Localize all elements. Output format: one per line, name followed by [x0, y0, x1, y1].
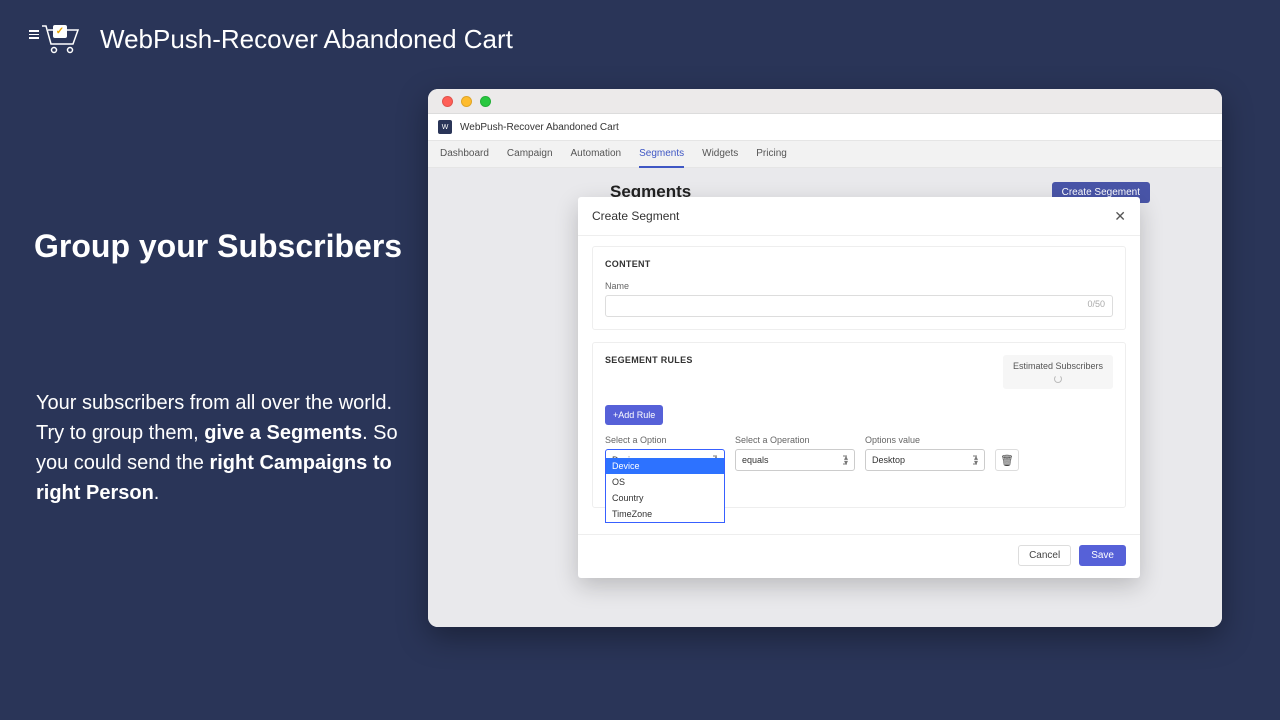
maximize-icon[interactable]: [480, 96, 491, 107]
value-selected: Desktop: [872, 455, 905, 465]
dropdown-opt-country[interactable]: Country: [606, 490, 724, 506]
cancel-button[interactable]: Cancel: [1018, 545, 1071, 566]
operation-label: Select a Operation: [735, 435, 855, 445]
tab-segments[interactable]: Segments: [639, 141, 684, 168]
value-label: Options value: [865, 435, 985, 445]
option-label: Select a Option: [605, 435, 725, 445]
app-bar: W WebPush-Recover Abandoned Cart: [428, 114, 1222, 141]
dropdown-opt-device[interactable]: Device: [606, 458, 724, 474]
headline: Group your Subscribers: [34, 228, 402, 265]
dropdown-opt-timezone[interactable]: TimeZone: [606, 506, 724, 522]
spinner-icon: [1054, 375, 1062, 383]
add-rule-button[interactable]: +Add Rule: [605, 405, 663, 425]
minimize-icon[interactable]: [461, 96, 472, 107]
name-counter: 0/50: [1087, 299, 1105, 309]
operation-select[interactable]: equals ▴▾: [735, 449, 855, 471]
estimated-subscribers: Estimated Subscribers: [1003, 355, 1113, 389]
save-button[interactable]: Save: [1079, 545, 1126, 566]
cart-icon: [36, 18, 82, 60]
rules-label: SEGEMENT RULES: [605, 355, 693, 365]
app-logo-icon: W: [438, 120, 452, 134]
window-titlebar: [428, 89, 1222, 114]
content-section: CONTENT Name 0/50: [592, 246, 1126, 330]
chevron-updown-icon: ▴▾: [844, 455, 848, 465]
rules-section: SEGEMENT RULES Estimated Subscribers +Ad…: [592, 342, 1126, 508]
name-label: Name: [605, 281, 1113, 291]
tab-dashboard[interactable]: Dashboard: [440, 141, 489, 168]
tab-widgets[interactable]: Widgets: [702, 141, 738, 168]
app-window: W WebPush-Recover Abandoned Cart Dashboa…: [428, 89, 1222, 627]
delete-rule-button[interactable]: 🗑: [995, 449, 1019, 471]
copy-bold1: give a Segments: [204, 422, 362, 444]
copy-line2a: Try to group them,: [36, 422, 204, 444]
rule-row: Select a Option Device ▴▾ Device OS Coun…: [605, 435, 1113, 471]
close-icon[interactable]: [442, 96, 453, 107]
create-segment-modal: Create Segment ✕ CONTENT Name 0/50 SEGEM…: [578, 197, 1140, 578]
product-title: WebPush-Recover Abandoned Cart: [100, 24, 513, 55]
operation-selected: equals: [742, 455, 769, 465]
marketing-copy: Your subscribers from all over the world…: [36, 388, 406, 508]
option-dropdown: Device OS Country TimeZone: [605, 458, 725, 523]
modal-title: Create Segment: [592, 209, 679, 223]
copy-line2e: .: [154, 482, 160, 504]
value-select[interactable]: Desktop ▴▾: [865, 449, 985, 471]
tab-automation[interactable]: Automation: [571, 141, 622, 168]
dropdown-opt-os[interactable]: OS: [606, 474, 724, 490]
copy-line1: Your subscribers from all over the world…: [36, 392, 392, 414]
page-content: Segments Group your Subscribers by demog…: [428, 168, 1222, 627]
close-icon[interactable]: ✕: [1114, 209, 1126, 223]
content-label: CONTENT: [605, 259, 1113, 269]
chevron-updown-icon: ▴▾: [974, 455, 978, 465]
estimated-label: Estimated Subscribers: [1013, 361, 1103, 371]
tab-pricing[interactable]: Pricing: [756, 141, 787, 168]
trash-icon: 🗑: [1000, 454, 1014, 467]
name-input[interactable]: [605, 295, 1113, 317]
tab-campaign[interactable]: Campaign: [507, 141, 553, 168]
app-name: WebPush-Recover Abandoned Cart: [460, 122, 619, 133]
nav-tabs: Dashboard Campaign Automation Segments W…: [428, 141, 1222, 168]
